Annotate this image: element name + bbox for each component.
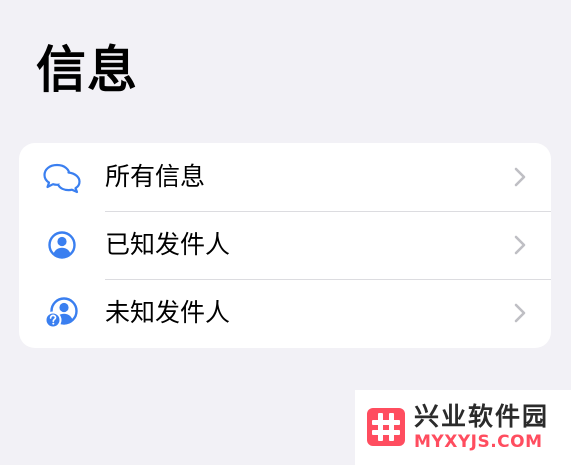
unknown-person-icon xyxy=(44,297,78,329)
watermark-title: 兴业软件园 xyxy=(414,402,550,431)
watermark: 兴业软件园 MYXYJS.COM xyxy=(355,390,571,465)
page-title: 信息 xyxy=(36,41,138,99)
list-item-known-senders[interactable]: 已知发件人 xyxy=(19,211,551,279)
list-item-unknown-senders[interactable]: 未知发件人 xyxy=(19,279,551,347)
watermark-url: MYXYJS.COM xyxy=(414,432,543,452)
divider xyxy=(105,279,551,280)
list-item-all-messages[interactable]: 所有信息 xyxy=(19,143,551,211)
hash-logo-icon xyxy=(367,408,405,446)
filter-list: 所有信息 已知发件人 未知发件人 xyxy=(19,143,551,348)
list-item-label: 未知发件人 xyxy=(105,298,231,327)
chevron-right-icon xyxy=(514,303,526,323)
chevron-right-icon xyxy=(514,167,526,187)
chat-bubbles-icon xyxy=(43,163,81,194)
person-circle-icon xyxy=(48,231,76,259)
list-item-label: 已知发件人 xyxy=(105,230,231,259)
list-item-label: 所有信息 xyxy=(105,162,206,191)
chevron-right-icon xyxy=(514,235,526,255)
divider xyxy=(105,211,551,212)
